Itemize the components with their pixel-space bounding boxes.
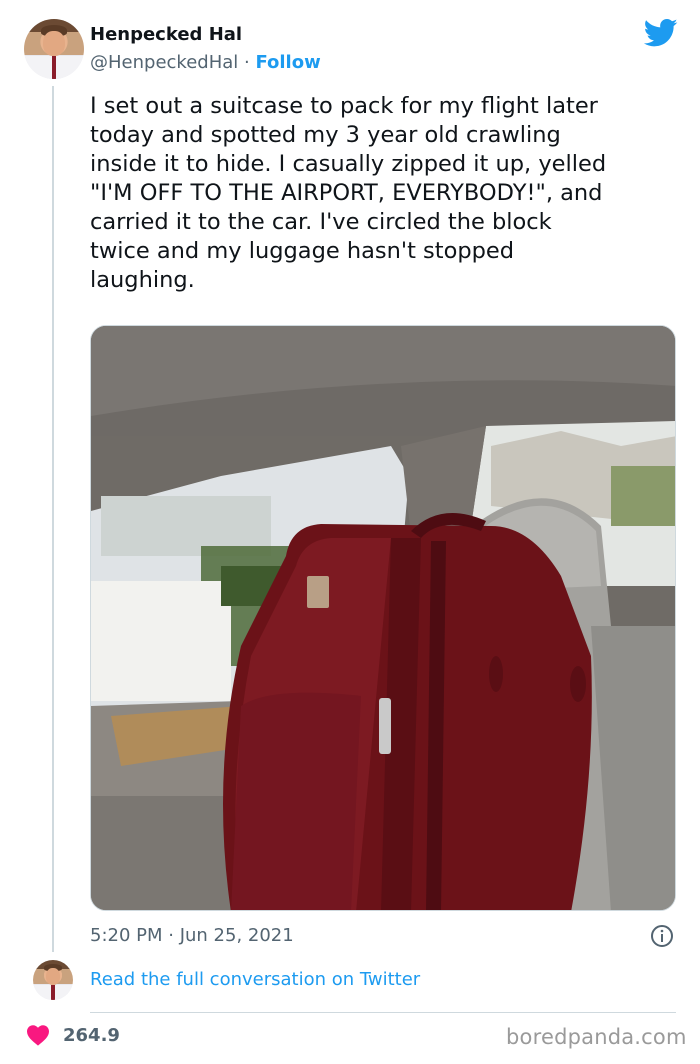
avatar-tie (51, 56, 57, 79)
avatar-face (45, 968, 61, 985)
tweet-text: I set out a suitcase to pack for my flig… (90, 93, 607, 293)
author-name[interactable]: Henpecked Hal (90, 24, 242, 45)
heart-icon[interactable] (26, 1024, 50, 1046)
avatar-face (43, 31, 65, 57)
author-avatar[interactable] (24, 19, 84, 79)
tweet-timestamp[interactable]: 5:20 PM · Jun 25, 2021 (90, 925, 294, 946)
watermark: boredpanda.com (506, 1025, 687, 1049)
avatar-tie (51, 984, 55, 1000)
thread-line (52, 86, 54, 952)
info-icon[interactable] (650, 924, 674, 948)
author-handle[interactable]: @HenpeckedHal (90, 52, 238, 73)
suitcase-in-car-image (91, 326, 675, 910)
footer-divider (90, 1012, 676, 1013)
twitter-bird-icon[interactable] (644, 18, 678, 48)
like-count: 264.9 (63, 1025, 120, 1046)
follow-button[interactable]: Follow (255, 52, 320, 73)
handle-separator: · (238, 52, 256, 73)
tweet-photo[interactable] (90, 325, 676, 911)
read-conversation-link[interactable]: Read the full conversation on Twitter (90, 969, 420, 990)
author-handle-row: @HenpeckedHal · Follow (90, 52, 321, 73)
reply-avatar[interactable] (33, 960, 73, 1000)
